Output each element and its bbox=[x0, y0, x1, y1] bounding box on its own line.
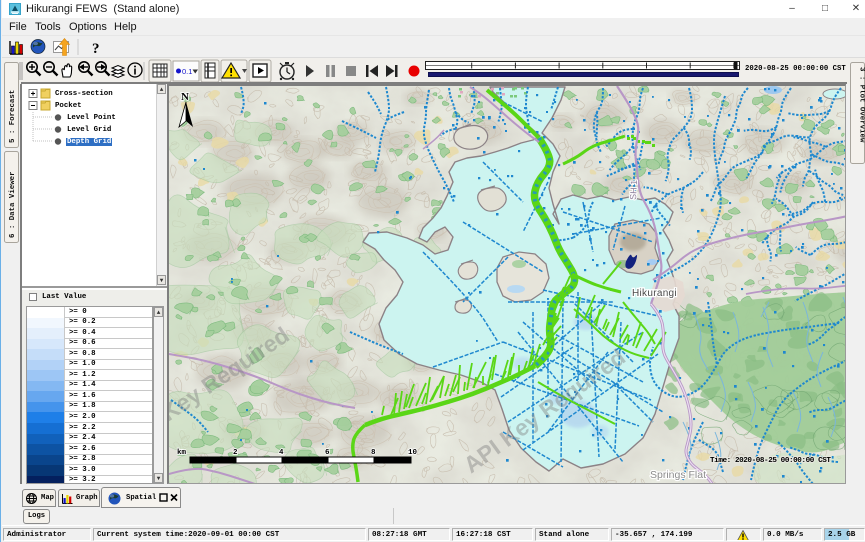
svg-text:Hikurangi: Hikurangi bbox=[632, 288, 677, 299]
svg-text:8: 8 bbox=[371, 449, 376, 457]
svg-text:3 : Plot Overview: 3 : Plot Overview bbox=[858, 67, 865, 143]
svg-text:km: km bbox=[177, 449, 187, 457]
svg-text:SH 1: SH 1 bbox=[628, 180, 639, 201]
svg-text:Springs Flat: Springs Flat bbox=[650, 469, 706, 481]
svg-text:?: ? bbox=[92, 41, 100, 57]
svg-text:6: 6 bbox=[325, 449, 330, 457]
svg-text:6 : Data Viewer: 6 : Data Viewer bbox=[9, 171, 17, 238]
svg-text:N: N bbox=[181, 91, 189, 103]
svg-text:0.1: 0.1 bbox=[182, 67, 192, 76]
svg-text:4: 4 bbox=[279, 449, 284, 457]
svg-text:5 : Forecast: 5 : Forecast bbox=[9, 90, 17, 143]
svg-text:2: 2 bbox=[233, 449, 238, 457]
svg-text:10: 10 bbox=[408, 449, 418, 457]
svg-text:Time: 2020-08-25 00:00:00 CST: Time: 2020-08-25 00:00:00 CST bbox=[710, 457, 831, 465]
